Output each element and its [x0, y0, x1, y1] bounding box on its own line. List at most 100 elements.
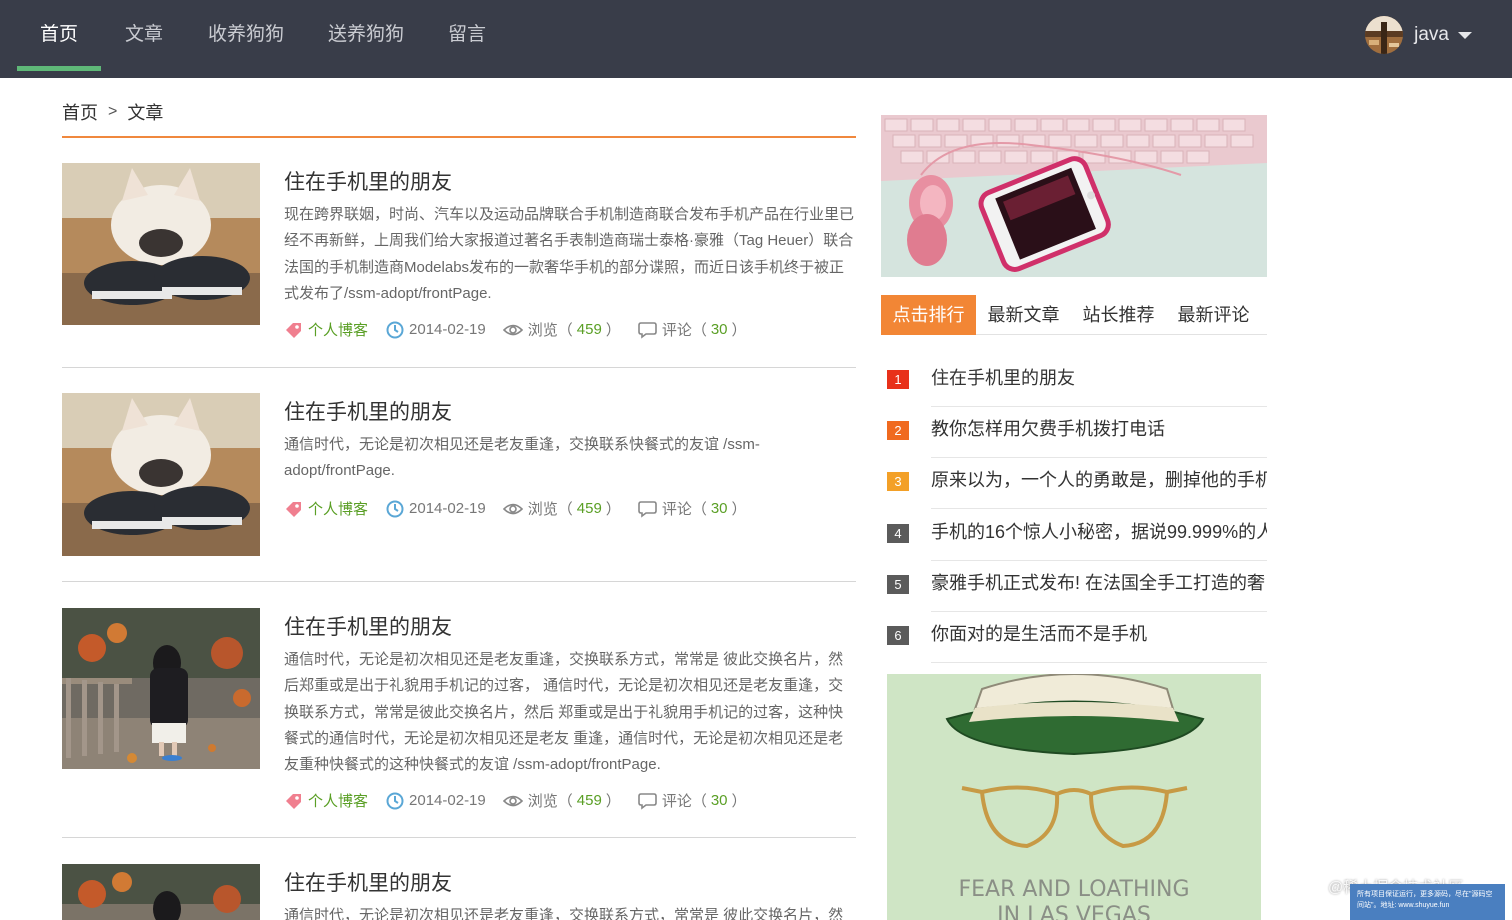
article-tag-label: 个人博客	[308, 322, 369, 339]
user-menu[interactable]: java	[1365, 14, 1472, 56]
breadcrumb-home[interactable]: 首页	[62, 99, 98, 125]
sidebar-banner-image[interactable]	[881, 115, 1267, 277]
article-meta: 个人博客 2014-02-19 浏览（ 459） 评论（ 30）	[284, 498, 747, 519]
article-tag[interactable]: 个人博客	[284, 498, 368, 519]
article-tag[interactable]: 个人博客	[284, 319, 368, 340]
ranking-item: 1 住在手机里的朋友	[887, 356, 1267, 407]
article-card: 住在手机里的朋友 通信时代，无论是初次相见还是老友重逢，交换联系方式，常常是 彼…	[62, 864, 856, 920]
rank-number: 2	[887, 421, 909, 440]
tab-latest-articles[interactable]: 最新文章	[976, 295, 1071, 335]
eye-icon	[502, 324, 523, 335]
article-excerpt: 通信时代，无论是初次相见还是老友重逢，交换联系方式，常常是 彼此交换名片，然后	[284, 907, 844, 920]
nav-item-adopt-dog[interactable]: 收养狗狗	[196, 0, 296, 72]
ranking-link[interactable]: 教你怎样用欠费手机拨打电话	[931, 407, 1267, 458]
top-navbar: 首页 文章 收养狗狗 送养狗狗 留言 java	[0, 0, 1512, 78]
comments-count: 30	[710, 321, 728, 338]
article-meta: 个人博客 2014-02-19 浏览（ 459） 评论（ 30）	[284, 319, 747, 340]
article-divider	[62, 581, 856, 582]
corner-ad[interactable]: 所有项目保证运行，更多源码，尽在"源码空间站"。地址: www.shuyue.f…	[1350, 884, 1505, 920]
comments-close: ）	[731, 501, 747, 518]
user-name[interactable]: java	[1414, 24, 1449, 46]
ranking-link[interactable]: 住在手机里的朋友	[931, 356, 1267, 407]
article-thumbnail[interactable]	[62, 608, 260, 769]
breadcrumb-current: 文章	[127, 103, 164, 123]
avatar[interactable]	[1365, 16, 1404, 54]
views-count: 459	[576, 321, 602, 338]
article-views: 浏览（ 459）	[502, 319, 621, 340]
article-thumbnail[interactable]	[62, 393, 260, 556]
article-views: 浏览（ 459）	[502, 790, 621, 811]
article-divider	[62, 367, 856, 368]
ranking-link[interactable]: 豪雅手机正式发布! 在法国全手工打造的奢	[931, 561, 1267, 612]
rank-number: 4	[887, 524, 909, 543]
rank-number: 6	[887, 626, 909, 645]
article-date: 2014-02-19	[385, 499, 486, 518]
eye-icon	[502, 795, 523, 806]
comment-icon	[638, 321, 657, 339]
views-count: 459	[576, 792, 602, 809]
article-title[interactable]: 住在手机里的朋友	[284, 166, 452, 196]
breadcrumb-separator: >	[108, 103, 118, 120]
ranking-item: 6 你面对的是生活而不是手机	[887, 612, 1267, 663]
article-excerpt: 现在跨界联姻，时尚、汽车以及运动品牌联合手机制造商联合发布手机产品在行业里已经不…	[284, 206, 855, 302]
comment-icon	[638, 500, 657, 518]
article-card: 住在手机里的朋友 通信时代，无论是初次相见还是老友重逢，交换联系方式，常常是 彼…	[62, 608, 856, 823]
sidebar-poster-image[interactable]: FEAR AND LOATHING IN LAS VEGAS	[887, 674, 1261, 920]
rank-number: 3	[887, 472, 909, 491]
article-comments[interactable]: 评论（ 30）	[638, 498, 747, 519]
article-meta: 个人博客 2014-02-19 浏览（ 459） 评论（ 30）	[284, 790, 747, 811]
article-date-text: 2014-02-19	[409, 321, 486, 338]
tag-icon	[286, 794, 301, 809]
ranking-item: 4 手机的16个惊人小秘密，据说99.999%的人	[887, 510, 1267, 561]
views-label: 浏览（	[527, 793, 573, 810]
clock-icon	[386, 321, 404, 339]
article-comments[interactable]: 评论（ 30）	[638, 319, 747, 340]
nav-item-rehome-dog[interactable]: 送养狗狗	[316, 0, 416, 72]
nav-item-articles[interactable]: 文章	[110, 0, 178, 72]
chevron-down-icon[interactable]	[1458, 31, 1472, 39]
breadcrumb: 首页 > 文章	[62, 99, 163, 125]
poster-title-line2: IN LAS VEGAS	[997, 903, 1151, 920]
article-tag[interactable]: 个人博客	[284, 790, 368, 811]
article-divider	[62, 837, 856, 838]
ranking-link[interactable]: 手机的16个惊人小秘密，据说99.999%的人	[931, 510, 1267, 561]
article-title[interactable]: 住在手机里的朋友	[284, 611, 452, 641]
article-tag-label: 个人博客	[308, 501, 369, 518]
article-card: 住在手机里的朋友 现在跨界联姻，时尚、汽车以及运动品牌联合手机制造商联合发布手机…	[62, 163, 856, 353]
comments-close: ）	[731, 793, 747, 810]
clock-icon	[386, 500, 404, 518]
ranking-link[interactable]: 你面对的是生活而不是手机	[931, 612, 1267, 663]
views-label: 浏览（	[527, 501, 573, 518]
rank-number: 1	[887, 370, 909, 389]
ranking-item: 2 教你怎样用欠费手机拨打电话	[887, 407, 1267, 458]
article-thumbnail[interactable]	[62, 163, 260, 325]
article-date-text: 2014-02-19	[409, 792, 486, 809]
comments-label: 评论（	[661, 322, 707, 339]
ranking-link[interactable]: 原来以为，一个人的勇敢是，删掉他的手机	[931, 458, 1267, 509]
article-card: 住在手机里的朋友 通信时代，无论是初次相见还是老友重逢，交换联系快餐式的友谊 /…	[62, 393, 856, 568]
eye-icon	[502, 503, 523, 514]
clock-icon	[386, 792, 404, 810]
views-close: ）	[605, 793, 621, 810]
active-nav-indicator	[17, 66, 101, 71]
comments-count: 30	[710, 792, 728, 809]
tab-click-ranking[interactable]: 点击排行	[881, 295, 976, 335]
article-tag-label: 个人博客	[308, 793, 369, 810]
comment-icon	[638, 792, 657, 810]
article-comments[interactable]: 评论（ 30）	[638, 790, 747, 811]
ranking-item: 5 豪雅手机正式发布! 在法国全手工打造的奢	[887, 561, 1267, 612]
article-excerpt: 通信时代，无论是初次相见还是老友重逢，交换联系快餐式的友谊 /ssm-adopt…	[284, 436, 760, 480]
article-title[interactable]: 住在手机里的朋友	[284, 396, 452, 426]
tag-icon	[286, 323, 301, 338]
tab-latest-comments[interactable]: 最新评论	[1166, 295, 1261, 335]
views-close: ）	[605, 322, 621, 339]
sidebar-tabs: 点击排行 最新文章 站长推荐 最新评论	[881, 295, 1267, 335]
article-excerpt: 通信时代，无论是初次相见还是老友重逢，交换联系方式，常常是 彼此交换名片，然后郑…	[284, 651, 844, 774]
nav-item-messages[interactable]: 留言	[434, 0, 500, 72]
views-label: 浏览（	[527, 322, 573, 339]
nav-item-home[interactable]: 首页	[17, 0, 101, 72]
article-thumbnail[interactable]	[62, 864, 260, 920]
tab-recommended[interactable]: 站长推荐	[1071, 295, 1166, 335]
poster-title-line1: FEAR AND LOATHING	[958, 877, 1189, 902]
article-title[interactable]: 住在手机里的朋友	[284, 867, 452, 897]
